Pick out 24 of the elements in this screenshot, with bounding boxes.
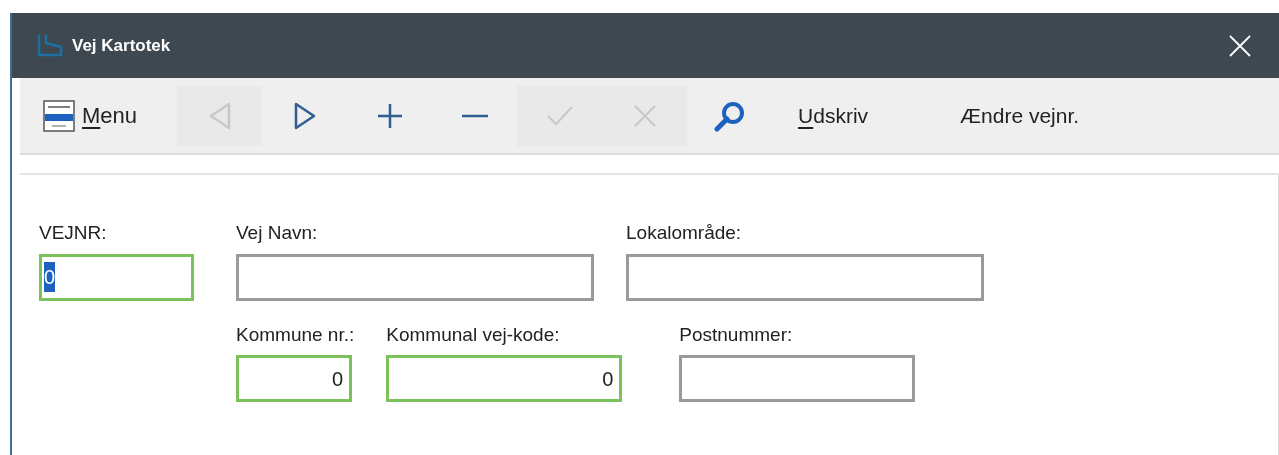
plus-icon bbox=[376, 102, 403, 129]
input-field[interactable] bbox=[679, 355, 916, 402]
close-icon bbox=[633, 104, 656, 127]
app-logo-icon bbox=[36, 32, 64, 59]
minus-icon bbox=[461, 113, 488, 118]
toolbar-text-button[interactable]: Udskriv bbox=[792, 99, 875, 132]
field-label: Lokalområde: bbox=[626, 221, 743, 245]
field-label: Postnummer: bbox=[679, 322, 794, 347]
field-label: VEJNR: bbox=[39, 221, 108, 245]
menu-icon bbox=[42, 98, 76, 133]
input-field[interactable] bbox=[236, 253, 594, 301]
window-title: Vej Kartotek bbox=[72, 34, 171, 57]
field-label: Vej Navn: bbox=[236, 221, 319, 245]
toolbar-text-button[interactable]: Ændre vejnr. bbox=[954, 99, 1086, 132]
menu-button[interactable]: Menu bbox=[42, 98, 178, 133]
search-icon bbox=[713, 99, 746, 132]
input-field[interactable]: 0 bbox=[386, 355, 623, 402]
field-label: Kommunal vej-kode: bbox=[386, 322, 561, 347]
input-field[interactable]: 0 bbox=[39, 253, 194, 301]
input-field[interactable] bbox=[626, 253, 984, 301]
close-icon[interactable] bbox=[1229, 34, 1251, 57]
input-field[interactable]: 0 bbox=[236, 355, 352, 402]
checkmark-icon bbox=[546, 105, 573, 126]
field-label: Kommune nr.: bbox=[236, 322, 355, 347]
